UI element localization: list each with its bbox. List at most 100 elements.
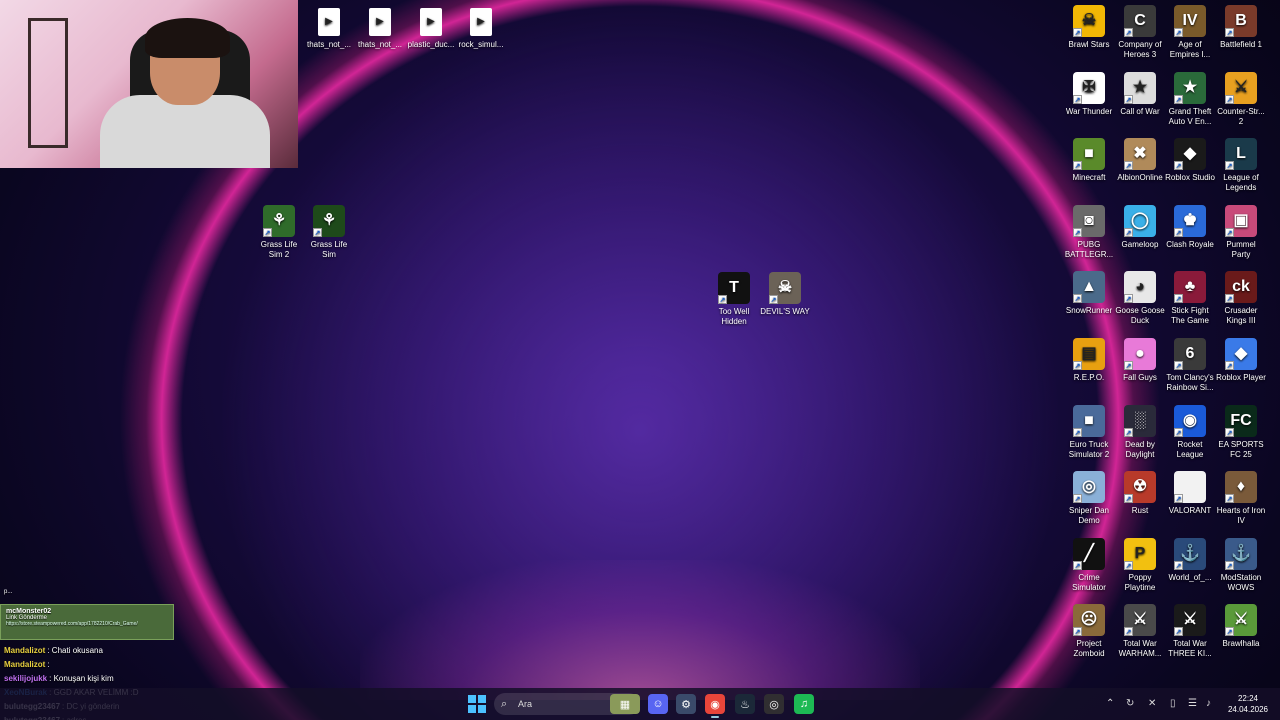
game-app-icon[interactable]: ▦ [610,694,640,714]
desktop-icon-label: PUBG BATTLEGR... [1064,239,1114,259]
discord-icon[interactable]: ☺ [648,694,668,714]
desktop-icon[interactable]: ◎ ↗ Sniper Dan Demo [1064,471,1114,526]
spotify-icon[interactable]: ♫ [794,694,814,714]
shortcut-arrow-icon: ↗ [1174,494,1183,504]
desktop-icon[interactable]: ☹ ↗ Project Zomboid [1064,604,1114,659]
app-icon: ◙ ↗ [1073,204,1105,237]
chat-message: Mandalizot: Chati okusana [0,644,200,658]
desktop-icon[interactable]: ck ↗ Crusader Kings III [1216,271,1266,326]
shortcut-arrow-icon: ↗ [1124,28,1133,37]
desktop-icon[interactable]: ◙ ↗ PUBG BATTLEGR... [1064,204,1114,260]
shortcut-arrow-icon: ↗ [718,295,727,304]
app-icon: ck ↗ [1225,271,1257,304]
chevron-up-icon[interactable]: ⌃ [1106,688,1114,720]
desktop-icon[interactable]: C ↗ Company of Heroes 3 [1115,5,1165,60]
taskbar-app-glyph: ◎ [769,698,779,711]
desktop-icon[interactable]: ▣ ↗ Pummel Party [1216,204,1266,260]
notifications-off-icon[interactable]: ✕ [1148,688,1156,720]
microphone-icon[interactable]: ▯ [1170,688,1176,720]
settings-app-icon[interactable]: ⚙ [676,694,696,714]
desktop-icon[interactable]: ■ ↗ Euro Truck Simulator 2 [1064,404,1114,460]
system-clock[interactable]: 22:24 24.04.2026 [1222,693,1274,715]
chrome-icon[interactable]: ◉ [705,694,725,718]
steam-icon[interactable]: ♨ [735,694,755,714]
desktop-icon-label: rock_simul... [458,40,504,49]
desktop-icon[interactable]: ⚓ ↗ ModStation WOWS [1216,537,1266,593]
app-icon: ⚔ ↗ [1174,604,1206,637]
app-icon: FC ↗ [1225,404,1257,437]
app-icon: ⚓ ↗ [1174,537,1206,570]
desktop-icon[interactable]: B ↗ Battlefield 1 [1216,5,1266,50]
sync-icon[interactable]: ↻ [1126,688,1134,720]
desktop-icon[interactable]: ☠ ↗ DEVIL'S WAY [760,272,810,317]
app-glyph: ◯ [1131,211,1149,229]
app-glyph: ◉ [1183,411,1197,429]
desktop-icon[interactable]: L ↗ League of Legends [1216,138,1266,193]
desktop-icon[interactable]: ☢ ↗ Rust [1115,471,1165,516]
app-icon: ⚘ ↗ [313,205,345,237]
desktop-icon[interactable]: ▶ thats_not_... [355,8,405,50]
chat-message: sekilijojukk: Konuşan kişi kim [0,672,200,686]
desktop-icon[interactable]: ■ ↗ Minecraft [1064,138,1114,183]
app-glyph: ⚓ [1180,544,1200,562]
shortcut-arrow-icon: ↗ [1174,427,1183,437]
desktop-icon[interactable]: T ↗ Too Well Hidden [709,272,759,327]
desktop-icon[interactable]: ⚔ ↗ Total War THREE KI... [1165,604,1215,659]
desktop-icon[interactable]: ✠ ↗ War Thunder [1064,71,1114,117]
app-glyph: L [1236,145,1246,163]
desktop-icon[interactable]: ◯ ↗ Gameloop [1115,204,1165,250]
app-glyph: IV [1182,12,1198,29]
desktop-icon-label: Fall Guys [1123,373,1157,382]
desktop-icon[interactable]: ★ ↗ Grand Theft Auto V En... [1165,71,1215,127]
volume-icon[interactable]: ♪ [1206,688,1211,720]
desktop-icon[interactable]: ⚓ ↗ World_of_... [1165,537,1215,583]
desktop-icon-label: Total War WARHAM... [1118,639,1162,659]
desktop-icon[interactable]: ✖ ↗ AlbionOnline [1115,138,1165,183]
shortcut-arrow-icon: ↗ [1124,361,1133,370]
desktop-icon[interactable]: ▤ ↗ R.E.P.O. [1064,338,1114,383]
desktop-icon[interactable]: ░ ↗ Dead by Daylight [1115,404,1165,460]
desktop-icon-label: Roblox Studio [1165,173,1215,183]
obs-icon[interactable]: ◎ [764,694,784,714]
app-glyph: ■ [1084,411,1094,429]
desktop-icon[interactable]: ☠ ↗ Brawl Stars [1064,5,1114,50]
desktop-icon[interactable]: FC ↗ EA SPORTS FC 25 [1216,404,1266,460]
desktop-icon[interactable]: ◆ ↗ Roblox Player [1216,338,1266,383]
desktop-icon[interactable]: ╱ ↗ Crime Simulator [1064,537,1114,593]
app-icon: ◆ ↗ [1225,338,1257,370]
desktop-icon[interactable]: ♦ ↗ Hearts of Iron IV [1216,471,1266,526]
desktop-icon[interactable]: P ↗ Poppy Playtime [1115,537,1165,593]
desktop-icon[interactable]: ◉ ↗ Rocket League [1165,404,1215,460]
desktop-icon[interactable]: 6 ↗ Tom Clancy's Rainbow Si... [1165,338,1215,393]
desktop-icon[interactable]: ▶ thats_not_... [304,8,354,50]
desktop-icon[interactable]: ★ ↗ Call of War [1115,71,1165,117]
app-icon: ▤ ↗ [1073,338,1105,370]
app-glyph: ◆ [1183,145,1197,163]
desktop-icon[interactable]: ⚔ ↗ Brawlhalla [1216,604,1266,649]
app-glyph: ⚔ [1233,611,1249,629]
desktop-icon[interactable]: ♚ ↗ Clash Royale [1165,204,1215,250]
desktop-icon[interactable]: ▲ ↗ SnowRunner [1064,271,1114,316]
app-icon: ✖ ↗ [1124,138,1156,171]
app-icon: ■ ↗ [1073,404,1105,437]
desktop-icon[interactable]: ▶ rock_simul... [456,8,506,50]
start-button[interactable] [468,695,486,713]
clock-time: 22:24 [1237,694,1259,703]
chat-highlight-link: https://store.steampowered.com/app/17822… [6,621,138,627]
desktop-icon[interactable]: ⚔ ↗ Total War WARHAM... [1115,604,1165,659]
desktop-icon[interactable]: ◆ ↗ Roblox Studio [1165,138,1215,183]
chat-message: Mandalizot: [0,658,200,672]
desktop-icon[interactable]: ● ↗ Fall Guys [1115,338,1165,383]
desktop-icon[interactable]: IV ↗ Age of Empires I... [1165,5,1215,60]
desktop-icon[interactable]: ⚘ ↗ Grass Life Sim 2 [254,205,304,260]
app-icon: ♣ ↗ [1174,271,1206,304]
desktop-icon[interactable]: ◕ ↗ Goose Goose Duck [1115,271,1165,326]
desktop-icon[interactable]: ♣ ↗ Stick Fight The Game [1165,271,1215,326]
desktop-icon[interactable]: ⚔ ↗ Counter-Str... 2 [1216,71,1266,127]
desktop-icon[interactable]: ▶ plastic_duc... [406,8,456,50]
media-file-icon: ▶ [470,8,492,36]
desktop-icon-label: Sniper Dan Demo [1068,506,1110,526]
desktop-icon[interactable]: ↗ VALORANT [1165,471,1215,516]
desktop-icon[interactable]: ⚘ ↗ Grass Life Sim [304,205,354,260]
network-icon[interactable]: ☰ [1188,688,1197,720]
